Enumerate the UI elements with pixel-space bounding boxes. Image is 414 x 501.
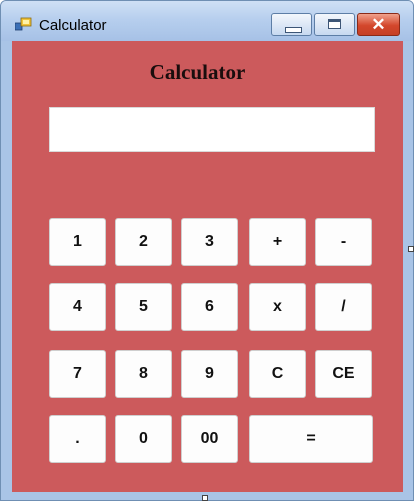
key-8[interactable]: 8	[115, 350, 172, 398]
app-windows-icon	[15, 17, 32, 31]
key-plus[interactable]: +	[249, 218, 306, 266]
key-2[interactable]: 2	[115, 218, 172, 266]
key-3[interactable]: 3	[181, 218, 238, 266]
form-client-area: Calculator 1 2 3 + - 4 5 6 x / 7 8 9 C C…	[12, 41, 403, 492]
key-00[interactable]: 00	[181, 415, 238, 463]
page-title: Calculator	[149, 60, 246, 84]
key-minus[interactable]: -	[315, 218, 372, 266]
close-button[interactable]: ✕	[357, 13, 400, 36]
key-clear-entry[interactable]: CE	[315, 350, 372, 398]
resize-handle-right[interactable]	[408, 246, 414, 252]
key-equals[interactable]: =	[249, 415, 373, 463]
close-icon: ✕	[371, 15, 386, 34]
key-multiply[interactable]: x	[249, 283, 306, 331]
resize-handle-bottom[interactable]	[202, 495, 208, 501]
key-decimal[interactable]: .	[49, 415, 106, 463]
maximize-icon	[328, 19, 341, 29]
minimize-icon	[285, 27, 302, 33]
key-clear[interactable]: C	[249, 350, 306, 398]
maximize-button[interactable]	[314, 13, 355, 36]
key-7[interactable]: 7	[49, 350, 106, 398]
calculator-window: Calculator ✕ Calculator 1 2 3 + - 4 5 6 …	[0, 0, 414, 501]
key-9[interactable]: 9	[181, 350, 238, 398]
title-bar[interactable]: Calculator ✕	[1, 1, 413, 41]
window-title: Calculator	[39, 17, 107, 34]
key-0[interactable]: 0	[115, 415, 172, 463]
minimize-button[interactable]	[271, 13, 312, 36]
display-input[interactable]	[49, 107, 375, 152]
key-1[interactable]: 1	[49, 218, 106, 266]
key-divide[interactable]: /	[315, 283, 372, 331]
key-6[interactable]: 6	[181, 283, 238, 331]
key-4[interactable]: 4	[49, 283, 106, 331]
key-5[interactable]: 5	[115, 283, 172, 331]
